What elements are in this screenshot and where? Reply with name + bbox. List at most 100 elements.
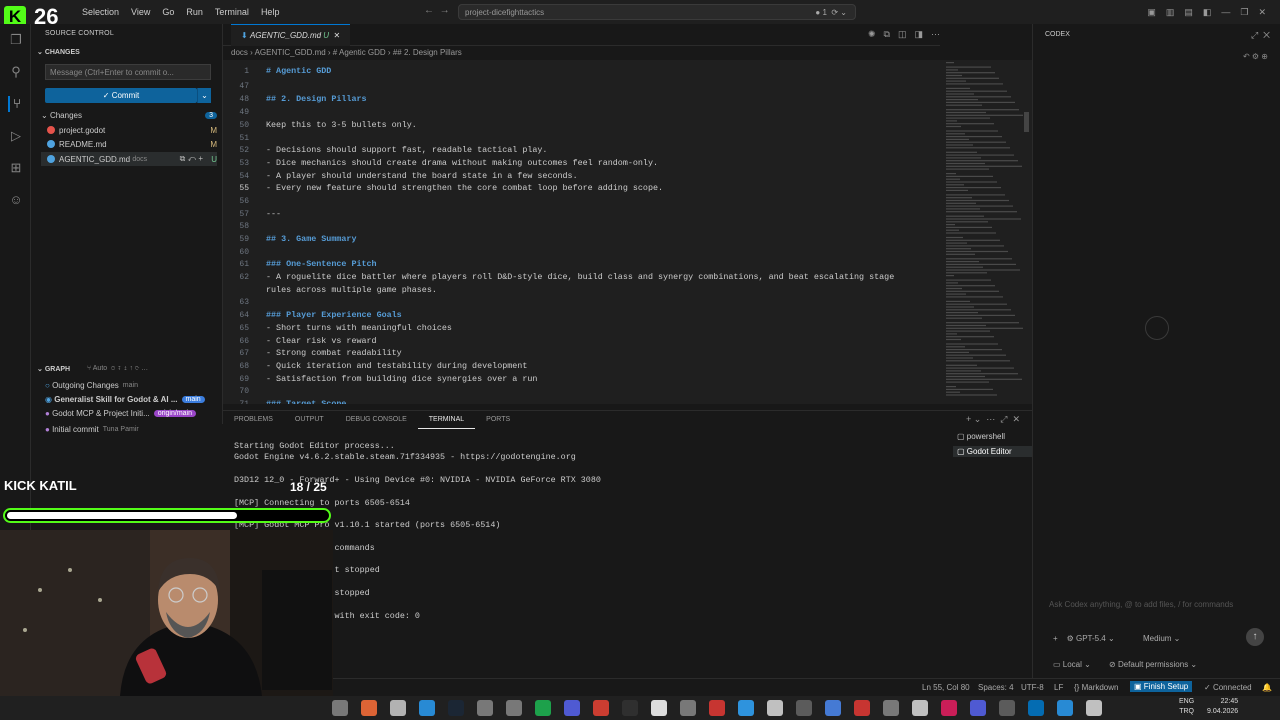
file-row-project-godot[interactable]: project.godot M: [41, 123, 217, 137]
tab-output[interactable]: OUTPUT: [284, 411, 335, 429]
clock[interactable]: 22:45 9.04.2026: [1207, 697, 1238, 717]
graph-item-initial[interactable]: ● Initial commit Tuna Pamir: [45, 422, 225, 436]
godot-icon[interactable]: ☺: [8, 192, 24, 208]
code-line[interactable]: - Strong combat readability: [266, 348, 402, 358]
menu-run[interactable]: Run: [180, 7, 209, 17]
notifications-icon[interactable]: 🔔: [1262, 683, 1272, 692]
taskbar-app-icon[interactable]: [332, 700, 348, 716]
tab-terminal[interactable]: TERMINAL: [417, 411, 476, 429]
commit-dropdown-icon[interactable]: ⌄: [197, 88, 211, 103]
codex-permissions-select[interactable]: ⊘ Default permissions ⌄: [1109, 660, 1197, 669]
taskbar-app-icon[interactable]: [709, 700, 725, 716]
file-row-agentic-gdd[interactable]: AGENTIC_GDD.md docs ⧉ ↶ + U: [41, 152, 217, 166]
close-tab-icon[interactable]: ✕: [334, 31, 341, 40]
forward-arrow-icon[interactable]: →: [440, 5, 450, 16]
finish-setup-button[interactable]: ▣ Finish Setup: [1130, 681, 1193, 692]
codex-effort-select[interactable]: Medium ⌄: [1143, 634, 1180, 643]
taskbar-app-icon[interactable]: [854, 700, 870, 716]
taskbar-app-icon[interactable]: [506, 700, 522, 716]
taskbar-app-icon[interactable]: [361, 700, 377, 716]
graph-item[interactable]: ◉ Generalist Skill for Godot & AI ... mai…: [45, 392, 217, 406]
taskbar-app-icon[interactable]: [680, 700, 696, 716]
taskbar-app-icon[interactable]: [1028, 700, 1044, 716]
codex-window-icons[interactable]: ⤢ ✕: [1251, 30, 1270, 41]
codex-prompt-input[interactable]: Ask Codex anything, @ to add files, / fo…: [1049, 600, 1233, 609]
taskbar-app-icon[interactable]: [390, 700, 406, 716]
command-center[interactable]: project-dicefighttactics ● 1 ⟳ ⌄: [458, 4, 856, 20]
code-line[interactable]: - Dice mechanics should create drama wit…: [266, 158, 658, 168]
code-line[interactable]: ## 3. Game Summary: [266, 234, 356, 244]
taskbar-app-icon[interactable]: [622, 700, 638, 716]
menu-go[interactable]: Go: [156, 7, 180, 17]
tab-problems[interactable]: PROBLEMS: [223, 411, 284, 429]
language-indicator[interactable]: ENG TRQ: [1179, 697, 1194, 717]
taskbar-app-icon[interactable]: [970, 700, 986, 716]
taskbar-app-icon[interactable]: [593, 700, 609, 716]
taskbar-app-icon[interactable]: [883, 700, 899, 716]
changes-section-header[interactable]: ⌄ CHANGES: [37, 48, 80, 56]
code-line[interactable]: - A player should understand the board s…: [266, 171, 578, 181]
code-line[interactable]: - A roguelite dice battler where players…: [266, 272, 894, 282]
taskbar-app-icon[interactable]: [535, 700, 551, 716]
code-line[interactable]: # Agentic GDD: [266, 66, 331, 76]
code-line[interactable]: ### One-Sentence Pitch: [266, 259, 377, 269]
taskbar-app-icon[interactable]: [1057, 700, 1073, 716]
panel-actions[interactable]: + ⌄ ⋯ ⤢ ✕: [966, 414, 1020, 425]
taskbar-app-icon[interactable]: [825, 700, 841, 716]
taskbar-app-icon[interactable]: [651, 700, 667, 716]
language-mode[interactable]: {} Markdown: [1074, 683, 1118, 692]
code-line[interactable]: ### Player Experience Goals: [266, 310, 402, 320]
changes-group[interactable]: ⌄ Changes 3: [41, 108, 217, 122]
back-arrow-icon[interactable]: ←: [424, 5, 434, 16]
code-line[interactable]: - Short turns with meaningful choices: [266, 323, 452, 333]
commit-button[interactable]: ✓ Commit: [45, 88, 197, 103]
file-row-readme[interactable]: README.md M: [41, 137, 217, 151]
taskbar-app-icon[interactable]: [448, 700, 464, 716]
split-editor-icon[interactable]: ◨: [914, 29, 923, 40]
graph-section-header[interactable]: ⌄ GRAPH: [37, 365, 70, 373]
taskbar-app-icon[interactable]: [1086, 700, 1102, 716]
tab-ports[interactable]: PORTS: [475, 411, 521, 429]
tab-agentic-gdd[interactable]: ⬇ AGENTIC_GDD.md U ✕: [231, 24, 351, 46]
taskbar-app-icon[interactable]: [419, 700, 435, 716]
code-line[interactable]: ---: [266, 209, 281, 219]
graph-toolbar[interactable]: ⑂ Auto ⊙ ↧ ↥ ↑ ⟳ …: [87, 365, 148, 372]
explorer-icon[interactable]: ❐: [8, 32, 24, 48]
terminal-list-powershell[interactable]: ▢ powershell: [957, 432, 1005, 441]
menu-help[interactable]: Help: [255, 7, 286, 17]
code-line[interactable]: - Every new feature should strengthen th…: [266, 183, 663, 193]
taskbar-app-icon[interactable]: [999, 700, 1015, 716]
search-icon[interactable]: ⚲: [8, 64, 24, 80]
maximize-icon[interactable]: ❐: [1240, 7, 1248, 18]
codex-toolbar[interactable]: ↶ ⚙ ⊕: [1243, 52, 1268, 61]
taskbar-app-icon[interactable]: [767, 700, 783, 716]
notification-indicator[interactable]: ● 1 ⟳ ⌄: [815, 8, 847, 17]
sidebar-toggle-icon[interactable]: ▥: [1166, 7, 1175, 18]
code-line[interactable]: - Quick iteration and testability during…: [266, 361, 527, 371]
run-debug-icon[interactable]: ▷: [8, 128, 24, 144]
panel-toggle-icon[interactable]: ▤: [1184, 7, 1193, 18]
code-line[interactable]: - Satisfaction from building dice synerg…: [266, 374, 537, 384]
menu-view[interactable]: View: [125, 7, 156, 17]
open-changes-icon[interactable]: ⧉: [884, 29, 890, 40]
commit-message-input[interactable]: Message (Ctrl+Enter to commit o...: [45, 64, 211, 80]
copilot-icon[interactable]: ✺: [868, 29, 876, 40]
secondary-toggle-icon[interactable]: ◧: [1203, 7, 1212, 18]
code-line[interactable]: - Clear risk vs reward: [266, 336, 377, 346]
breadcrumb[interactable]: docs › AGENTIC_GDD.md › # Agentic GDD › …: [223, 46, 940, 60]
send-icon[interactable]: ↑: [1246, 628, 1264, 646]
taskbar-app-icon[interactable]: [796, 700, 812, 716]
code-line[interactable]: Keep this to 3-5 bullets only.: [266, 120, 417, 130]
close-window-icon[interactable]: ✕: [1258, 7, 1266, 18]
code-line[interactable]: rules across multiple game phases.: [266, 285, 437, 295]
source-control-icon[interactable]: ⑂: [8, 96, 24, 112]
code-line[interactable]: - Decisions should support fast, readabl…: [266, 145, 547, 155]
indentation[interactable]: Spaces: 4: [978, 683, 1014, 692]
taskbar-app-icon[interactable]: [941, 700, 957, 716]
encoding[interactable]: UTF-8: [1021, 683, 1044, 692]
taskbar-app-icon[interactable]: [564, 700, 580, 716]
eol[interactable]: LF: [1054, 683, 1063, 692]
code-line[interactable]: ## 2. Design Pillars: [266, 94, 367, 104]
tab-debug-console[interactable]: DEBUG CONSOLE: [335, 411, 418, 429]
cursor-position[interactable]: Ln 55, Col 80: [922, 683, 970, 692]
